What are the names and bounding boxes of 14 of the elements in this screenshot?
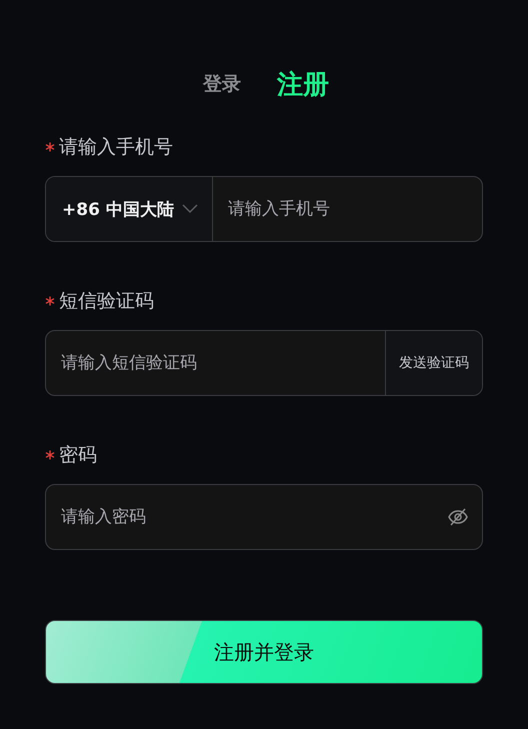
register-button[interactable]: 注册并登录 [45,620,483,684]
tab[interactable]: 登录 [203,71,241,97]
code-field[interactable]: 请输入短信验证码 发送验证码 [45,330,483,396]
country-select[interactable]: +86 中国大陆 [46,177,213,241]
field-label: 短信验证码 [59,289,154,314]
field-label: 请输入手机号 [59,135,173,160]
chevron-down-icon [182,204,198,214]
input-field[interactable]: 请输入手机号 [212,177,482,241]
tab[interactable]: 注册 [277,66,329,102]
field-label: 密码 [59,443,97,468]
eye-off-icon[interactable] [448,508,468,526]
input-field[interactable]: 请输入短信验证码 [46,331,385,395]
send-code-button[interactable]: 发送验证码 [385,331,482,395]
phone-field[interactable]: +86 中国大陆 请输入手机号 [45,176,483,242]
